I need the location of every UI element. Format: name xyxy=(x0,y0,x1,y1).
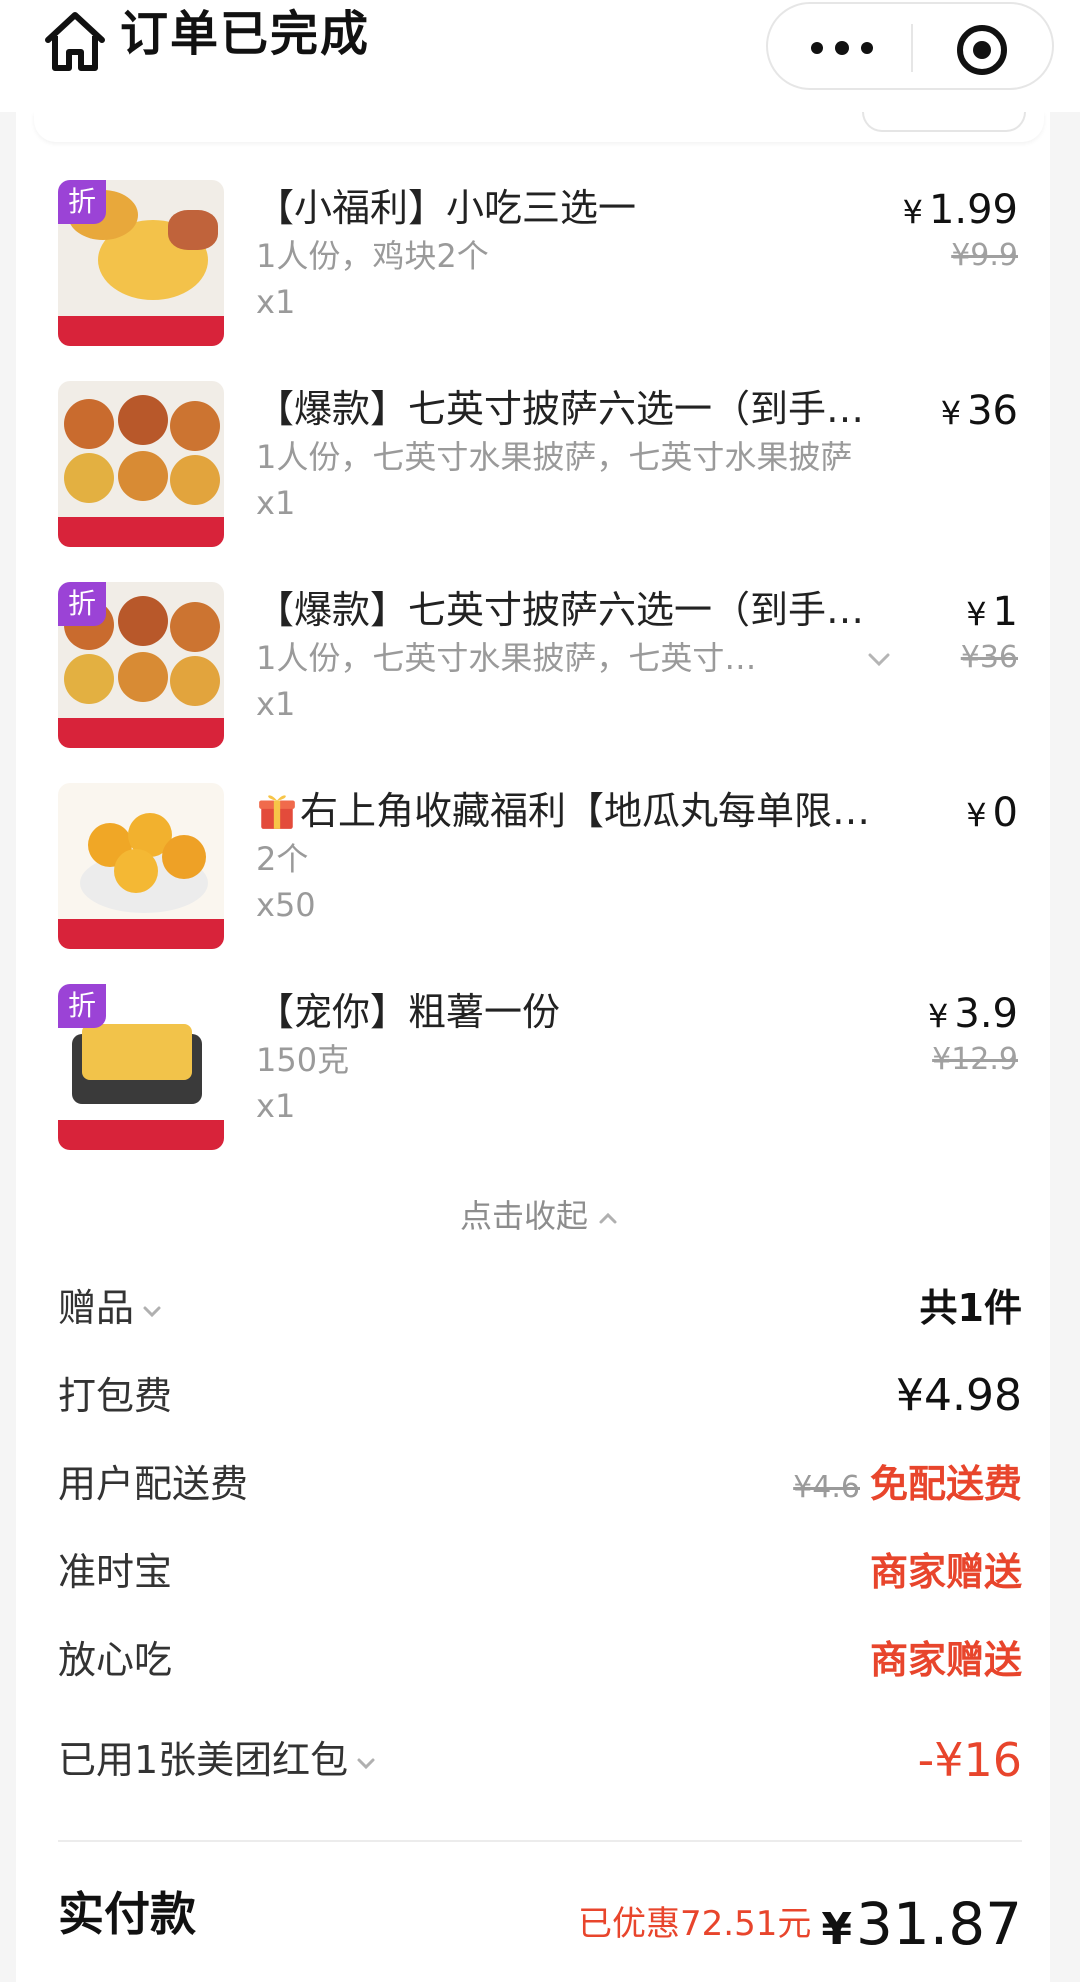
delivery-fee-label: 用户配送费 xyxy=(58,1462,249,1506)
item-price-value: 1.99 xyxy=(928,187,1018,233)
page-title: 订单已完成 xyxy=(120,6,371,62)
item-qty: x1 xyxy=(256,1087,296,1125)
currency-symbol: ¥ xyxy=(940,394,962,432)
divider xyxy=(58,1840,1022,1842)
discount-badge: 折 xyxy=(58,180,106,224)
safe-eat-value: 商家赠送 xyxy=(869,1638,1022,1682)
more-dot-icon xyxy=(861,42,873,54)
item-price-value: 3.9 xyxy=(954,991,1018,1037)
packing-fee-row: 打包费 ¥4.98 xyxy=(58,1366,1022,1426)
red-packet-row[interactable]: 已用1张美团红包 -¥16 xyxy=(58,1730,1022,1790)
delivery-fee-value: ¥4.6 免配送费 xyxy=(793,1454,1022,1518)
mini-program-capsule xyxy=(766,2,1054,90)
currency-symbol: ¥ xyxy=(928,997,949,1035)
top-bar: 订单已完成 xyxy=(0,0,1080,112)
currency-symbol: ¥ xyxy=(966,595,987,633)
gift-icon xyxy=(259,795,295,829)
currency-symbol: ¥ xyxy=(966,796,987,834)
previous-section-button[interactable] xyxy=(862,112,1026,132)
capsule-divider xyxy=(911,24,913,72)
on-time-label: 准时宝 xyxy=(58,1550,173,1594)
list-item[interactable]: 折 【爆款】七英寸披萨六选一（到手… 1人份，七英寸水果披萨，七英寸… x1 ¥… xyxy=(58,582,1018,752)
red-packet-value: -¥16 xyxy=(917,1733,1022,1787)
discount-badge: 折 xyxy=(58,984,106,1028)
collapse-label: 点击收起 xyxy=(459,1197,588,1235)
item-qty: x50 xyxy=(256,886,316,924)
gift-label: 赠品 xyxy=(58,1278,164,1338)
home-icon[interactable] xyxy=(40,6,110,76)
item-name: 【爆款】七英寸披萨六选一（到手… xyxy=(256,387,865,431)
more-button[interactable] xyxy=(792,24,892,72)
currency-symbol: ¥ xyxy=(902,193,923,231)
total-value: ¥31.87 xyxy=(821,1888,1022,1966)
item-thumbnail xyxy=(58,783,224,949)
item-price: ¥1.99 xyxy=(903,184,1018,238)
item-spec: 1人份，鸡块2个 xyxy=(256,237,489,275)
on-time-value: 商家赠送 xyxy=(869,1550,1022,1594)
collapse-button[interactable]: 点击收起 xyxy=(0,1194,1080,1238)
item-original-price: ¥12.9 xyxy=(932,1042,1018,1077)
item-name: 右上角收藏福利【地瓜丸每单限… xyxy=(256,785,936,837)
safe-eat-row: 放心吃 商家赠送 xyxy=(58,1630,1022,1690)
item-price: ¥1 xyxy=(966,586,1018,640)
on-time-row: 准时宝 商家赠送 xyxy=(58,1542,1022,1602)
total-label: 实付款 xyxy=(58,1887,196,1941)
close-target-icon[interactable] xyxy=(954,22,1010,78)
item-qty: x1 xyxy=(256,484,296,522)
item-qty: x1 xyxy=(256,685,296,723)
item-price-value: 0 xyxy=(992,790,1018,836)
item-name: 【小福利】小吃三选一 xyxy=(256,186,637,230)
more-dot-icon xyxy=(811,42,823,54)
list-item[interactable]: 折 【宠你】粗薯一份 150克 x1 ¥3.9 ¥12.9 xyxy=(58,984,1018,1154)
safe-eat-label: 放心吃 xyxy=(58,1638,173,1682)
chevron-down-icon[interactable] xyxy=(864,644,894,674)
currency-symbol: ¥ xyxy=(821,1904,852,1955)
item-name: 【爆款】七英寸披萨六选一（到手… xyxy=(256,588,865,632)
chevron-up-icon xyxy=(599,1212,617,1224)
gift-row[interactable]: 赠品 共1件 xyxy=(58,1278,1022,1338)
saved-amount: 已优惠72.51元 xyxy=(578,1904,812,1944)
item-spec: 150克 xyxy=(256,1041,350,1079)
delivery-original-price: ¥4.6 xyxy=(793,1470,860,1505)
item-spec: 2个 xyxy=(256,840,309,878)
list-item[interactable]: 折 【小福利】小吃三选一 1人份，鸡块2个 x1 ¥1.99 ¥9.9 xyxy=(58,180,1018,350)
item-name-text: 右上角收藏福利【地瓜丸每单限… xyxy=(300,789,871,833)
discount-badge: 折 xyxy=(58,582,106,626)
free-delivery-text: 免配送费 xyxy=(869,1462,1022,1506)
item-name: 【宠你】粗薯一份 xyxy=(256,990,561,1034)
total-amount: 31.87 xyxy=(855,1890,1022,1958)
item-price: ¥0 xyxy=(966,787,1018,841)
list-item[interactable]: 右上角收藏福利【地瓜丸每单限… 2个 x50 ¥0 xyxy=(58,783,1018,953)
red-packet-label: 已用1张美团红包 xyxy=(58,1730,378,1790)
gift-value: 共1件 xyxy=(919,1286,1022,1330)
more-dot-icon xyxy=(835,41,849,55)
packing-fee-label: 打包费 xyxy=(58,1374,173,1418)
item-original-price: ¥9.9 xyxy=(951,238,1018,273)
item-spec: 1人份，七英寸水果披萨，七英寸水果披萨 xyxy=(256,438,853,476)
item-price-value: 1 xyxy=(992,589,1018,635)
item-price: ¥36 xyxy=(941,385,1018,439)
item-qty: x1 xyxy=(256,283,296,321)
item-price: ¥3.9 xyxy=(928,988,1018,1042)
item-thumbnail xyxy=(58,381,224,547)
packing-fee-value: ¥4.98 xyxy=(896,1370,1022,1421)
item-original-price: ¥36 xyxy=(960,640,1018,675)
item-price-value: 36 xyxy=(967,388,1018,434)
chevron-down-icon xyxy=(143,1306,161,1317)
chevron-down-icon xyxy=(357,1758,375,1769)
delivery-fee-row: 用户配送费 ¥4.6 免配送费 xyxy=(58,1454,1022,1514)
item-spec: 1人份，七英寸水果披萨，七英寸… xyxy=(256,639,757,677)
list-item[interactable]: 【爆款】七英寸披萨六选一（到手… 1人份，七英寸水果披萨，七英寸水果披萨 x1 … xyxy=(58,381,1018,551)
